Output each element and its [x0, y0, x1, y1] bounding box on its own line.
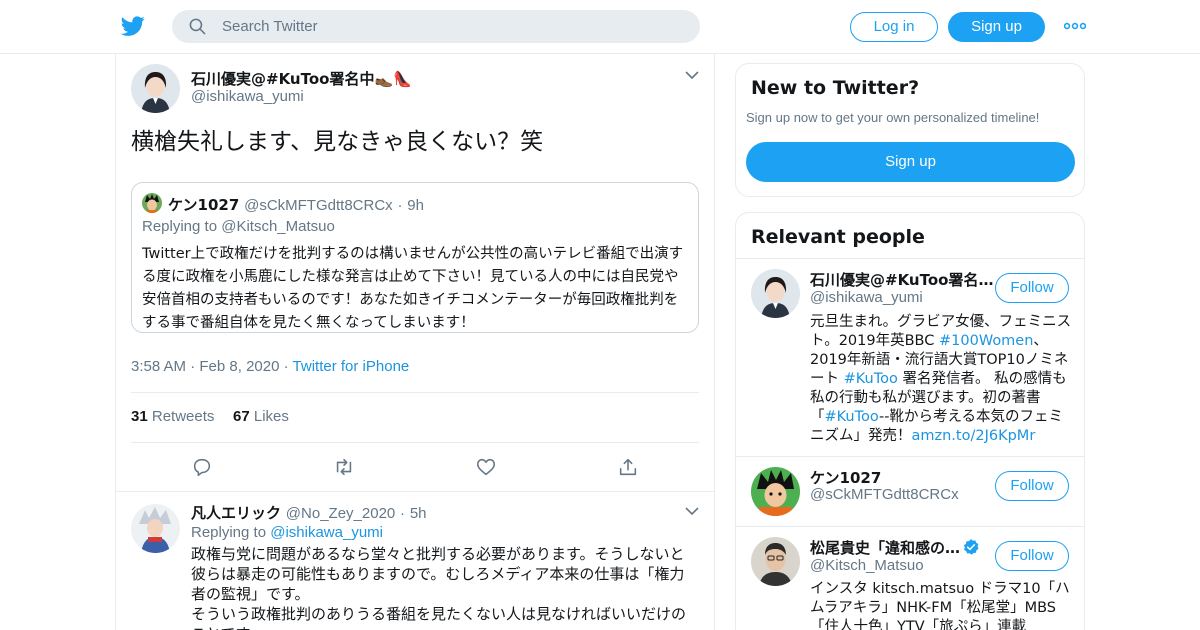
search-bar[interactable]: [172, 10, 700, 43]
person-name[interactable]: 石川優実@#KuToo署名…: [810, 269, 993, 290]
follow-button[interactable]: Follow: [995, 541, 1069, 571]
reply-icon[interactable]: [191, 456, 213, 478]
replying-handle[interactable]: @ishikawa_yumi: [270, 524, 383, 541]
chevron-down-icon[interactable]: [685, 506, 699, 516]
likes-count: 67: [233, 408, 250, 425]
share-icon[interactable]: [617, 456, 639, 478]
divider: [736, 456, 1084, 457]
replying-prefix: Replying to: [191, 524, 267, 541]
quoted-time[interactable]: 9h: [407, 197, 424, 214]
reply-paragraph: 政権与党に問題があるなら堂々と批判する必要があります。そうしないと彼らは暴走の可…: [191, 545, 685, 603]
person-avatar[interactable]: [751, 467, 800, 516]
person-avatar[interactable]: [751, 537, 800, 586]
more-dots-icon[interactable]: [1064, 16, 1086, 36]
author-name[interactable]: 石川優実@#KuToo署名中👞👠: [191, 68, 412, 89]
person-avatar[interactable]: [751, 269, 800, 318]
relevant-people-card: Relevant people 石川優実@#KuToo署名… @ishikawa…: [735, 212, 1085, 630]
replying-prefix: Replying to: [142, 218, 218, 235]
login-button[interactable]: Log in: [850, 12, 938, 42]
person-name-row[interactable]: 松尾貴史「違和感の…: [810, 537, 980, 558]
tweet-date[interactable]: Feb 8, 2020: [199, 358, 279, 375]
retweets-count: 31: [131, 408, 148, 425]
card-subtitle: Sign up now to get your own personalized…: [746, 110, 1040, 125]
bio-link[interactable]: amzn.to/2J6KpMr: [912, 428, 1036, 444]
tweet-column: 石川優実@#KuToo署名中👞👠 @ishikawa_yumi 横槍失礼します、…: [115, 54, 715, 630]
tweet-meta: 3:58 AM · Feb 8, 2020 · Twitter for iPho…: [131, 358, 409, 375]
reply-time[interactable]: 5h: [410, 505, 427, 522]
like-heart-icon[interactable]: [475, 456, 497, 478]
reply-author-name[interactable]: 凡人エリック: [191, 504, 281, 522]
card-title: New to Twitter?: [751, 77, 920, 99]
person-handle[interactable]: @Kitsch_Matsuo: [810, 557, 924, 574]
author-avatar[interactable]: [131, 64, 180, 113]
retweets-label: Retweets: [151, 408, 215, 425]
reply-paragraph: そういう政権批判のありうる番組を見たくない人は見なければいいだけのことです。: [191, 605, 687, 630]
likes-stat[interactable]: 67 Likes: [233, 408, 289, 425]
quoted-replying-to: Replying to @Kitsch_Matsuo: [142, 218, 335, 235]
person-name[interactable]: ケン1027: [810, 467, 881, 488]
person-handle[interactable]: @ishikawa_yumi: [810, 289, 923, 306]
tweet-text: 横槍失礼します、見なきゃ良くない？笑: [131, 129, 544, 155]
retweet-icon[interactable]: [333, 456, 355, 478]
dot-separator: ·: [190, 358, 196, 375]
replying-handle[interactable]: @Kitsch_Matsuo: [221, 218, 335, 235]
dot-separator: ·: [283, 358, 289, 375]
follow-button[interactable]: Follow: [995, 273, 1069, 303]
signup-button[interactable]: Sign up: [948, 12, 1045, 42]
follow-button[interactable]: Follow: [995, 471, 1069, 501]
quoted-header: ケン1027 @sCkMFTGdtt8CRCx · 9h: [168, 194, 424, 215]
hashtag-link[interactable]: #KuToo: [844, 371, 898, 387]
reply-author-handle[interactable]: @No_Zey_2020: [286, 505, 395, 522]
divider: [736, 258, 1084, 259]
tweet-source[interactable]: Twitter for iPhone: [293, 358, 410, 375]
quoted-text: Twitter上で政権だけを批判するのは構いませんが公共性の高いテレビ番組で出演…: [142, 246, 684, 331]
verified-badge-icon: [963, 539, 979, 555]
divider: [736, 526, 1084, 527]
dot-separator: ·: [397, 197, 403, 214]
reply-author-avatar[interactable]: [131, 504, 180, 553]
hashtag-link[interactable]: #KuToo: [825, 409, 880, 425]
new-to-twitter-card: New to Twitter? Sign up now to get your …: [735, 63, 1085, 197]
person-bio: インスタ kitsch.matsuo ドラマ10「ハムラアキラ」NHK-FM「松…: [810, 581, 1070, 630]
reply-replying-to: Replying to @ishikawa_yumi: [191, 524, 383, 541]
person-name[interactable]: 松尾貴史「違和感の…: [810, 539, 960, 557]
person-handle[interactable]: @sCkMFTGdtt8CRCx: [810, 486, 959, 503]
likes-label: Likes: [253, 408, 289, 425]
reply-header: 凡人エリック @No_Zey_2020 · 5h: [191, 502, 427, 523]
person-bio: 元旦生まれ。グラビア女優、フェミニスト。2019年英BBC #100Women、…: [810, 313, 1072, 446]
quoted-name[interactable]: ケン1027: [168, 196, 239, 214]
divider: [116, 491, 714, 492]
card-title: Relevant people: [751, 226, 925, 248]
tweet-stats: 31 Retweets 67 Likes: [131, 392, 699, 443]
search-input[interactable]: [222, 10, 682, 43]
chevron-down-icon[interactable]: [685, 70, 699, 80]
top-nav: Log in Sign up: [0, 0, 1200, 54]
dot-separator: ·: [400, 505, 406, 522]
retweets-stat[interactable]: 31 Retweets: [131, 408, 214, 425]
quoted-avatar: [142, 193, 162, 213]
tweet-time[interactable]: 3:58 AM: [131, 358, 186, 375]
sidebar-signup-button[interactable]: Sign up: [746, 142, 1075, 182]
reply-text: 政権与党に問題があるなら堂々と批判する必要があります。そうしないと彼らは暴走の可…: [191, 544, 696, 630]
twitter-bird-icon[interactable]: [120, 14, 146, 38]
search-icon: [189, 18, 206, 35]
hashtag-link[interactable]: #100Women: [939, 333, 1033, 349]
author-handle[interactable]: @ishikawa_yumi: [191, 88, 304, 105]
quoted-handle[interactable]: @sCkMFTGdtt8CRCx: [244, 197, 393, 214]
quoted-tweet[interactable]: ケン1027 @sCkMFTGdtt8CRCx · 9h Replying to…: [131, 182, 699, 333]
